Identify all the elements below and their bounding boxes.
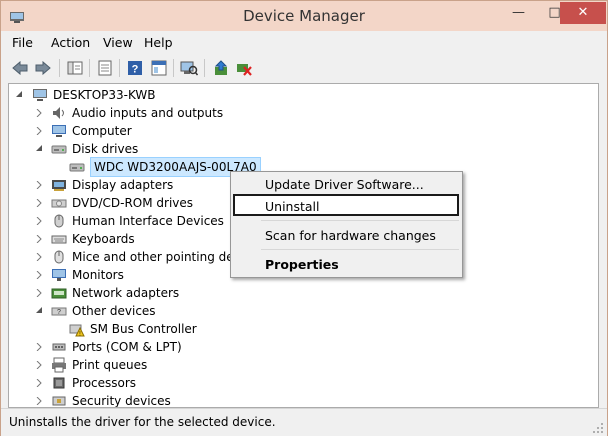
toolbar-separator <box>204 59 205 77</box>
tree-item-label: Monitors <box>72 268 124 282</box>
menu-view[interactable]: View <box>103 35 133 50</box>
tree-category[interactable]: Print queues <box>35 356 455 374</box>
tree-item-label: Processors <box>72 376 137 390</box>
tree-category[interactable]: Computer <box>35 122 455 140</box>
close-button[interactable]: ✕ <box>560 2 606 24</box>
tree-root-label: DESKTOP33-KWB <box>53 88 156 102</box>
help-icon[interactable]: ? <box>125 58 145 78</box>
expanded-arrow-icon[interactable] <box>35 145 43 153</box>
collapsed-arrow-icon[interactable] <box>35 127 43 135</box>
tree-item-label: Security devices <box>72 394 171 408</box>
tree-category[interactable]: Processors <box>35 374 455 392</box>
status-text: Uninstalls the driver for the selected d… <box>9 415 276 429</box>
collapsed-arrow-icon[interactable] <box>35 289 43 297</box>
tree-item-label: Ports (COM & LPT) <box>72 340 182 354</box>
tree-item-label: Display adapters <box>72 178 174 192</box>
collapsed-arrow-icon[interactable] <box>35 217 43 225</box>
toolbar: ? <box>1 53 607 83</box>
collapsed-arrow-icon[interactable] <box>35 235 43 243</box>
context-update-driver[interactable]: Update Driver Software... <box>265 177 424 192</box>
network-adapter-icon <box>51 288 67 299</box>
expanded-arrow-icon[interactable] <box>15 91 23 99</box>
collapsed-arrow-icon[interactable] <box>35 109 43 117</box>
toolbar-separator <box>89 59 90 77</box>
svg-text:?: ? <box>57 309 61 316</box>
collapsed-arrow-icon[interactable] <box>35 361 43 369</box>
tree-category[interactable]: Ports (COM & LPT) <box>35 338 455 356</box>
monitor-icon <box>52 269 66 281</box>
disk-drive-icon <box>69 163 85 172</box>
tree-root[interactable]: DESKTOP33-KWB <box>15 86 315 104</box>
tree-category[interactable]: Security devices <box>35 392 455 408</box>
tree-item-label: SM Bus Controller <box>90 322 197 336</box>
collapsed-arrow-icon[interactable] <box>35 271 43 279</box>
expanded-arrow-icon[interactable] <box>35 307 43 315</box>
tree-category[interactable]: Network adapters <box>35 284 455 302</box>
mouse-icon <box>54 250 64 264</box>
svg-text:?: ? <box>132 64 139 76</box>
forward-icon[interactable] <box>33 58 53 78</box>
display-adapter-icon <box>52 180 66 191</box>
toolbar-separator <box>173 59 174 77</box>
tree-item-label: DVD/CD-ROM drives <box>72 196 194 210</box>
collapsed-arrow-icon[interactable] <box>35 181 43 189</box>
tree-item-label: Print queues <box>72 358 148 372</box>
menu-file[interactable]: File <box>12 35 33 50</box>
speaker-icon <box>53 107 64 119</box>
context-properties[interactable]: Properties <box>265 257 339 272</box>
tree-item-label: Mice and other pointing devic <box>72 250 251 264</box>
scan-hardware-icon[interactable] <box>179 58 199 78</box>
warning-device-icon: ! <box>69 324 85 337</box>
toolbar-separator <box>59 59 60 77</box>
menu-action[interactable]: Action <box>51 35 90 50</box>
tree-category[interactable]: ? Other devices <box>35 302 455 320</box>
status-bar: Uninstalls the driver for the selected d… <box>1 408 607 436</box>
context-scan-hardware[interactable]: Scan for hardware changes <box>265 228 436 243</box>
printer-icon <box>52 357 66 373</box>
collapsed-arrow-icon[interactable] <box>35 379 43 387</box>
uninstall-icon[interactable] <box>234 58 254 78</box>
tree-item-label: Network adapters <box>72 286 180 300</box>
tree-device[interactable]: ! SM Bus Controller <box>55 320 475 338</box>
tree-item-label: Computer <box>72 124 132 138</box>
context-menu: Update Driver Software... Uninstall Scan… <box>230 171 463 278</box>
title-bar[interactable]: Device Manager — □ ✕ <box>1 1 607 31</box>
context-separator <box>261 220 459 221</box>
other-devices-icon: ? <box>51 307 67 316</box>
processor-icon <box>53 377 65 389</box>
dvd-drive-icon <box>51 199 67 208</box>
context-uninstall[interactable]: Uninstall <box>265 199 320 214</box>
tree-category[interactable]: Disk drives <box>35 140 455 158</box>
back-icon[interactable] <box>10 58 30 78</box>
collapsed-arrow-icon[interactable] <box>35 343 43 351</box>
resize-grip-icon[interactable] <box>593 423 603 433</box>
port-icon <box>52 343 66 351</box>
tree-item-label: Human Interface Devices <box>72 214 224 228</box>
properties-icon[interactable] <box>95 58 115 78</box>
hid-icon <box>54 214 64 228</box>
collapsed-arrow-icon[interactable] <box>35 253 43 261</box>
collapsed-arrow-icon[interactable] <box>35 199 43 207</box>
collapsed-arrow-icon[interactable] <box>35 397 43 405</box>
show-hide-tree-icon[interactable] <box>65 58 85 78</box>
computer-icon <box>52 125 66 137</box>
security-icon <box>52 396 66 406</box>
tree-category[interactable]: Audio inputs and outputs <box>35 104 455 122</box>
update-driver-icon[interactable] <box>211 58 231 78</box>
tree-item-label: Audio inputs and outputs <box>72 106 224 120</box>
tree-item-label: Keyboards <box>72 232 135 246</box>
menu-help[interactable]: Help <box>144 35 173 50</box>
context-separator <box>261 249 459 250</box>
computer-icon <box>33 89 47 101</box>
menu-bar: File Action View Help <box>1 31 607 53</box>
view-icon[interactable] <box>149 58 169 78</box>
device-manager-window: Device Manager — □ ✕ File Action View He… <box>0 0 608 436</box>
disk-drive-icon <box>51 145 67 154</box>
keyboard-icon <box>51 235 67 244</box>
toolbar-separator <box>119 59 120 77</box>
tree-item-label: Other devices <box>72 304 156 318</box>
tree-item-label: Disk drives <box>72 142 139 156</box>
